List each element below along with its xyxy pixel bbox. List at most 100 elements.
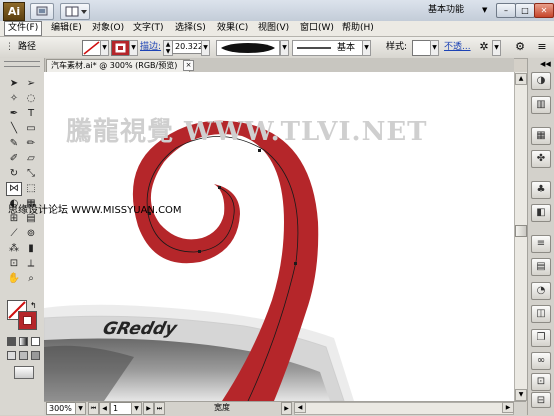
stroke-weight-input[interactable]: 20.322 <box>172 40 203 54</box>
menu-effect[interactable]: 效果(C) <box>214 21 251 36</box>
column-graph-icon[interactable]: ▮ <box>24 243 38 255</box>
stroke-panel-link[interactable]: 描边: <box>140 41 161 54</box>
stroke-weight-dropdown[interactable]: ▼ <box>201 40 210 56</box>
collapse-dock-icon[interactable]: ◀◀ <box>540 60 551 68</box>
menu-edit[interactable]: 编辑(E) <box>48 21 85 36</box>
graphic-style-swatch[interactable] <box>412 40 431 56</box>
zoom-icon[interactable]: ⌕ <box>24 273 38 285</box>
swatches-icon[interactable]: ▦ <box>531 127 551 145</box>
blend-icon[interactable]: ⊚ <box>24 228 38 240</box>
appearance-icon[interactable]: ◫ <box>531 305 551 323</box>
rotate-icon[interactable]: ↻ <box>7 168 21 180</box>
draw-behind-icon[interactable] <box>19 351 28 360</box>
document-setup-icon[interactable]: ⚙ <box>512 40 528 54</box>
menu-select[interactable]: 选择(S) <box>172 21 209 36</box>
graphic-styles-icon[interactable]: ◧ <box>531 204 551 222</box>
horizontal-scrollbar[interactable] <box>294 402 514 415</box>
next-artboard-icon[interactable]: ▶ <box>143 402 154 415</box>
screen-mode-icon[interactable] <box>14 366 34 379</box>
draw-normal-icon[interactable] <box>7 351 16 360</box>
profile-dropdown[interactable]: ▼ <box>280 40 289 56</box>
maximize-button[interactable]: □ <box>515 3 535 18</box>
menu-object[interactable]: 对象(O) <box>89 21 127 36</box>
stroke-box[interactable] <box>18 311 37 330</box>
zoom-field[interactable]: 300% <box>46 402 76 415</box>
tools-panel-grip[interactable] <box>4 61 40 67</box>
blob-brush-icon[interactable]: ✐ <box>7 153 21 165</box>
symbols-icon[interactable]: ♣ <box>531 181 551 199</box>
layers-icon[interactable]: ❐ <box>531 329 551 347</box>
artboard-icon[interactable]: ⊡ <box>7 258 21 270</box>
minimize-button[interactable]: – <box>496 3 516 18</box>
menu-type[interactable]: 文字(T) <box>130 21 167 36</box>
close-button[interactable]: ✕ <box>534 3 554 18</box>
width-icon[interactable]: ⋈ <box>6 182 22 196</box>
paintbrush-icon[interactable]: ✎ <box>7 138 21 150</box>
status-menu-icon[interactable]: ▶ <box>281 402 292 415</box>
prev-artboard-icon[interactable]: ◀ <box>99 402 110 415</box>
align-icon[interactable]: ⊟ <box>531 392 551 408</box>
gradient-icon[interactable]: ▤ <box>531 258 551 276</box>
first-artboard-icon[interactable]: ⏮ <box>88 402 99 415</box>
menu-help[interactable]: 帮助(H) <box>339 21 377 36</box>
eraser-icon[interactable]: ▱ <box>24 153 38 165</box>
color-icon[interactable]: ◑ <box>531 72 551 90</box>
eyedropper-icon[interactable]: ⟋ <box>7 228 21 240</box>
document-tab[interactable]: 汽车素材.ai* @ 300% (RGB/预览) <box>46 59 190 72</box>
line-icon[interactable]: ╲ <box>7 123 21 135</box>
scroll-right-icon[interactable]: ▶ <box>502 402 514 413</box>
recolor-artwork-icon[interactable]: ✲ <box>476 40 492 54</box>
slice-icon[interactable]: ⟂ <box>24 258 38 270</box>
scale-icon[interactable]: ⤡ <box>24 168 38 180</box>
type-icon[interactable]: T <box>24 108 38 120</box>
brush-definition[interactable]: 基本 <box>292 40 364 56</box>
none-mode-icon[interactable] <box>31 337 40 346</box>
fill-swatch[interactable] <box>82 40 101 56</box>
menu-view[interactable]: 视图(V) <box>255 21 292 36</box>
fill-dropdown[interactable]: ▼ <box>100 40 109 56</box>
last-artboard-icon[interactable]: ⏭ <box>154 402 165 415</box>
stroke-swatch[interactable] <box>111 40 130 56</box>
rectangle-icon[interactable]: ▭ <box>24 123 38 135</box>
artboard-dropdown-icon[interactable]: ▼ <box>131 402 142 415</box>
brush-dropdown[interactable]: ▼ <box>362 40 371 56</box>
panel-menu-icon[interactable]: ≡ <box>534 40 550 54</box>
symbol-sprayer-icon[interactable]: ⁂ <box>7 243 21 255</box>
magic-wand-icon[interactable]: ✧ <box>7 93 21 105</box>
tab-close-icon[interactable]: × <box>183 60 194 71</box>
free-transform-icon[interactable]: ⬚ <box>24 183 38 195</box>
hand-icon[interactable]: ✋ <box>7 273 21 285</box>
brushes-icon[interactable]: ✤ <box>531 150 551 168</box>
stroke-icon[interactable]: ≡ <box>531 235 551 253</box>
workspace-switcher[interactable]: 基本功能 <box>428 3 480 18</box>
menu-window[interactable]: 窗口(W) <box>297 21 337 36</box>
style-dropdown[interactable]: ▼ <box>430 40 439 56</box>
scroll-thumb[interactable] <box>515 225 527 237</box>
selection-icon[interactable]: ➤ <box>7 78 21 90</box>
swap-fill-stroke-icon[interactable]: ↰ <box>30 301 37 310</box>
chevron-down-icon[interactable]: ▼ <box>482 3 490 18</box>
recolor-dropdown[interactable]: ▼ <box>492 40 501 56</box>
gradient-mode-icon[interactable] <box>19 337 28 346</box>
transparency-icon[interactable]: ◔ <box>531 282 551 300</box>
zoom-dropdown-icon[interactable]: ▼ <box>75 402 86 415</box>
color-mode-icon[interactable] <box>7 337 16 346</box>
color-guide-icon[interactable]: ▥ <box>531 96 551 114</box>
artboard-number[interactable]: 1 <box>110 402 132 415</box>
pencil-icon[interactable]: ✏ <box>24 138 38 150</box>
scroll-left-icon[interactable]: ◀ <box>294 402 306 413</box>
lasso-icon[interactable]: ◌ <box>24 93 38 105</box>
pen-icon[interactable]: ✒ <box>7 108 21 120</box>
menu-file[interactable]: 文件(F) <box>4 21 43 36</box>
links-icon[interactable]: ∞ <box>531 352 551 370</box>
direct-selection-icon[interactable]: ➢ <box>24 78 38 90</box>
stroke-dropdown[interactable]: ▼ <box>129 40 138 56</box>
arrange-documents-button[interactable] <box>60 3 90 20</box>
opacity-link[interactable]: 不透... <box>444 41 471 54</box>
scroll-down-icon[interactable]: ▼ <box>515 389 527 401</box>
draw-inside-icon[interactable] <box>31 351 40 360</box>
scroll-up-icon[interactable]: ▲ <box>515 73 527 85</box>
bridge-button[interactable] <box>30 3 54 20</box>
artboards-icon[interactable]: ⊡ <box>531 373 551 391</box>
variable-width-profile[interactable] <box>216 40 280 56</box>
